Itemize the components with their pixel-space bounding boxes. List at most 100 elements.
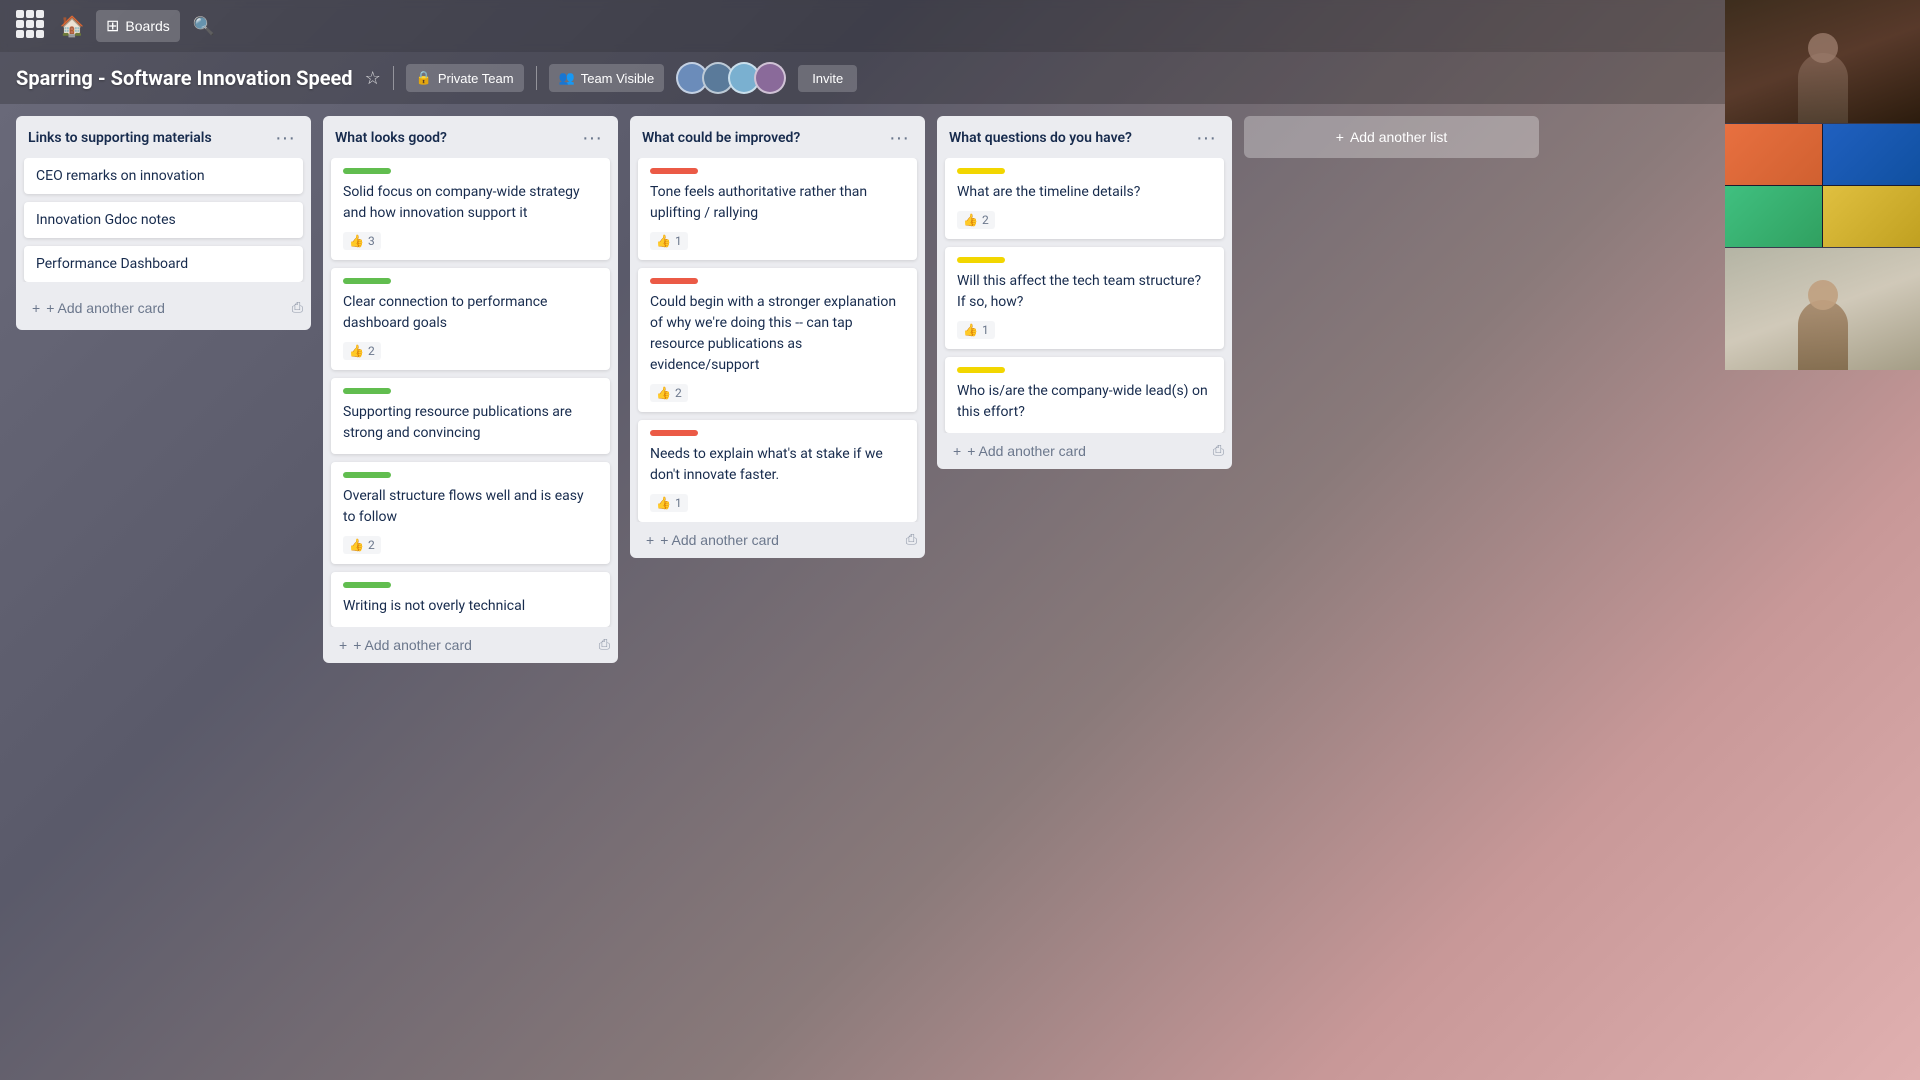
- video-tile-1[interactable]: [1725, 0, 1920, 123]
- boards-icon: ⊞: [106, 16, 119, 36]
- card-likes[interactable]: 👍 2: [650, 384, 688, 402]
- avatar-4[interactable]: [754, 62, 786, 94]
- card-tech-structure[interactable]: Will this affect the tech team structure…: [945, 247, 1224, 349]
- star-button[interactable]: ☆: [365, 68, 381, 89]
- header-divider-2: [536, 66, 537, 90]
- video-tile-3[interactable]: [1725, 248, 1920, 371]
- card-likes[interactable]: 👍 1: [650, 494, 688, 512]
- add-card-label: + Add another card: [660, 532, 779, 548]
- card-likes[interactable]: 👍 2: [343, 536, 381, 554]
- vg-cell-2: [1823, 124, 1920, 185]
- card-likes[interactable]: 👍 1: [957, 321, 995, 339]
- card-label-green: [343, 278, 391, 284]
- card-tone[interactable]: Tone feels authoritative rather than upl…: [638, 158, 917, 260]
- card-stronger-explanation[interactable]: Could begin with a stronger explanation …: [638, 268, 917, 412]
- card-timeline[interactable]: What are the timeline details? 👍 2: [945, 158, 1224, 239]
- search-icon[interactable]: 🔍: [188, 10, 220, 42]
- team-visible-button[interactable]: 👥 Team Visible: [549, 64, 665, 92]
- card-label-green: [343, 472, 391, 478]
- card-innovation-gdoc[interactable]: Innovation Gdoc notes: [24, 202, 303, 238]
- likes-count: 2: [675, 386, 682, 400]
- list-footer-links: + + Add another card ⎙: [16, 286, 311, 330]
- list-header-improved: What could be improved? ···: [630, 116, 925, 158]
- list-title-questions: What questions do you have?: [949, 130, 1132, 146]
- grid-menu-icon[interactable]: [16, 10, 48, 42]
- card-ceo-remarks[interactable]: CEO remarks on innovation: [24, 158, 303, 194]
- vg-cell-1: [1725, 124, 1822, 185]
- card-footer: 👍 1: [957, 321, 1212, 339]
- card-at-stake[interactable]: Needs to explain what's at stake if we d…: [638, 420, 917, 522]
- add-card-button-questions[interactable]: + + Add another card: [945, 437, 1213, 465]
- card-not-technical[interactable]: Writing is not overly technical: [331, 572, 610, 627]
- list-title-improved: What could be improved?: [642, 130, 800, 146]
- boards-button[interactable]: ⊞ Boards: [96, 10, 180, 42]
- card-text: Could begin with a stronger explanation …: [650, 292, 905, 376]
- add-card-button-links[interactable]: + + Add another card: [24, 294, 292, 322]
- card-text: Clear connection to performance dashboar…: [343, 292, 598, 334]
- home-icon[interactable]: 🏠: [56, 10, 88, 42]
- add-list-icon: +: [1336, 129, 1344, 145]
- card-label-yellow: [957, 257, 1005, 263]
- card-likes[interactable]: 👍 3: [343, 232, 381, 250]
- visibility-label: Private Team: [438, 71, 514, 86]
- cards-looks-good: Solid focus on company-wide strategy and…: [323, 158, 618, 627]
- invite-label: Invite: [812, 71, 843, 86]
- thumb-icon: 👍: [656, 234, 671, 248]
- card-company-lead[interactable]: Who is/are the company-wide lead(s) on t…: [945, 357, 1224, 433]
- card-likes[interactable]: 👍 1: [650, 232, 688, 250]
- print-icon-questions[interactable]: ⎙: [1213, 443, 1224, 459]
- vg-cell-4: [1823, 186, 1920, 247]
- card-text: Writing is not overly technical: [343, 596, 598, 617]
- likes-count: 2: [982, 213, 989, 227]
- thumb-icon: 👍: [963, 213, 978, 227]
- print-icon-looks-good[interactable]: ⎙: [599, 637, 610, 653]
- list-title-links: Links to supporting materials: [28, 130, 212, 146]
- card-text: Solid focus on company-wide strategy and…: [343, 182, 598, 224]
- thumb-icon: 👍: [656, 496, 671, 510]
- add-card-button-improved[interactable]: + + Add another card: [638, 526, 906, 554]
- card-supporting-resource[interactable]: Supporting resource publications are str…: [331, 378, 610, 454]
- cards-questions: What are the timeline details? 👍 2 Will …: [937, 158, 1232, 433]
- card-clear-connection[interactable]: Clear connection to performance dashboar…: [331, 268, 610, 370]
- list-menu-button-links[interactable]: ···: [271, 126, 299, 150]
- card-likes[interactable]: 👍 2: [957, 211, 995, 229]
- thumb-icon: 👍: [349, 344, 364, 358]
- likes-count: 1: [982, 323, 989, 337]
- card-footer: 👍 2: [343, 342, 598, 360]
- list-footer-looks-good: + + Add another card ⎙: [323, 631, 618, 663]
- card-label-red: [650, 278, 698, 284]
- list-menu-button-looks-good[interactable]: ···: [578, 126, 606, 150]
- print-icon-links[interactable]: ⎙: [292, 300, 303, 316]
- thumb-icon: 👍: [349, 538, 364, 552]
- invite-button[interactable]: Invite: [798, 65, 857, 92]
- card-overall-structure[interactable]: Overall structure flows well and is easy…: [331, 462, 610, 564]
- add-card-button-looks-good[interactable]: + + Add another card: [331, 631, 599, 659]
- list-menu-button-questions[interactable]: ···: [1192, 126, 1220, 150]
- list-questions: What questions do you have? ··· What are…: [937, 116, 1232, 469]
- card-performance-dashboard[interactable]: Performance Dashboard: [24, 246, 303, 282]
- video-tile-2[interactable]: [1725, 124, 1920, 247]
- card-text: Overall structure flows well and is easy…: [343, 486, 598, 528]
- list-header-questions: What questions do you have? ···: [937, 116, 1232, 158]
- card-likes[interactable]: 👍 2: [343, 342, 381, 360]
- card-text: Innovation Gdoc notes: [36, 212, 176, 228]
- list-header-looks-good: What looks good? ···: [323, 116, 618, 158]
- print-icon-improved[interactable]: ⎙: [906, 532, 917, 548]
- likes-count: 2: [368, 538, 375, 552]
- add-list-button[interactable]: + Add another list: [1244, 116, 1539, 158]
- add-card-label: + Add another card: [353, 637, 472, 653]
- add-card-label: + Add another card: [967, 443, 1086, 459]
- member-avatars: [676, 62, 786, 94]
- card-text: Needs to explain what's at stake if we d…: [650, 444, 905, 486]
- cards-improved: Tone feels authoritative rather than upl…: [630, 158, 925, 522]
- header-divider: [393, 66, 394, 90]
- card-solid-focus[interactable]: Solid focus on company-wide strategy and…: [331, 158, 610, 260]
- card-text: CEO remarks on innovation: [36, 168, 205, 184]
- card-label-green: [343, 388, 391, 394]
- add-icon: +: [646, 532, 654, 548]
- list-menu-button-improved[interactable]: ···: [885, 126, 913, 150]
- list-links: Links to supporting materials ··· CEO re…: [16, 116, 311, 330]
- visibility-button[interactable]: 🔒 Private Team: [406, 64, 524, 92]
- board-content: Links to supporting materials ··· CEO re…: [0, 104, 1920, 1080]
- list-improved: What could be improved? ··· Tone feels a…: [630, 116, 925, 558]
